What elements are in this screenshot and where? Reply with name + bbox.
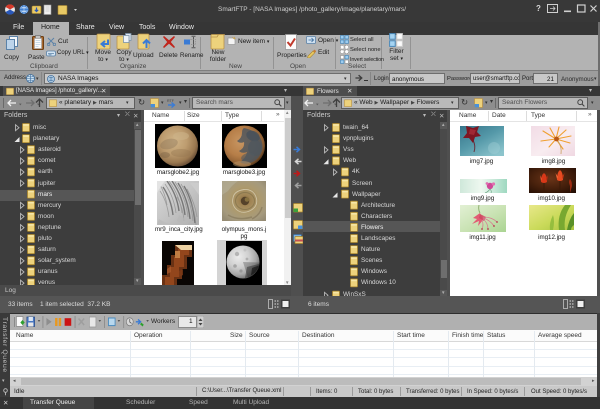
svg-text:RTF: RTF: [167, 99, 175, 103]
